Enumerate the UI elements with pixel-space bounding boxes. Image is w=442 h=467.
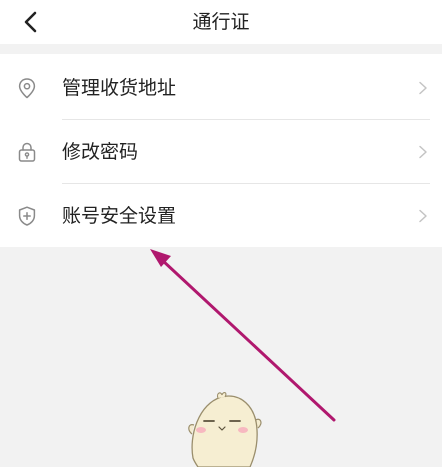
annotation-arrow-head — [150, 249, 171, 267]
settings-menu: 管理收货地址 修改密码 账号安全设置 — [0, 54, 442, 247]
lock-icon — [16, 141, 38, 163]
page-title: 通行证 — [192, 11, 250, 33]
shield-plus-icon — [16, 205, 38, 227]
menu-item-label: 修改密码 — [62, 141, 139, 163]
top-nav-bar: 通行证 — [0, 0, 442, 44]
chevron-left-icon — [24, 11, 37, 33]
menu-item-label: 管理收货地址 — [62, 77, 177, 99]
menu-item-account-security[interactable]: 账号安全设置 — [0, 184, 442, 248]
chick-mascot-icon — [184, 388, 264, 467]
chevron-right-icon — [418, 209, 428, 223]
chevron-right-icon — [418, 81, 428, 95]
menu-item-label: 账号安全设置 — [62, 205, 177, 227]
back-button[interactable] — [16, 6, 48, 38]
location-pin-icon — [16, 77, 38, 99]
chevron-right-icon — [418, 145, 428, 159]
menu-item-change-password[interactable]: 修改密码 — [0, 120, 442, 184]
menu-item-manage-address[interactable]: 管理收货地址 — [0, 56, 442, 120]
